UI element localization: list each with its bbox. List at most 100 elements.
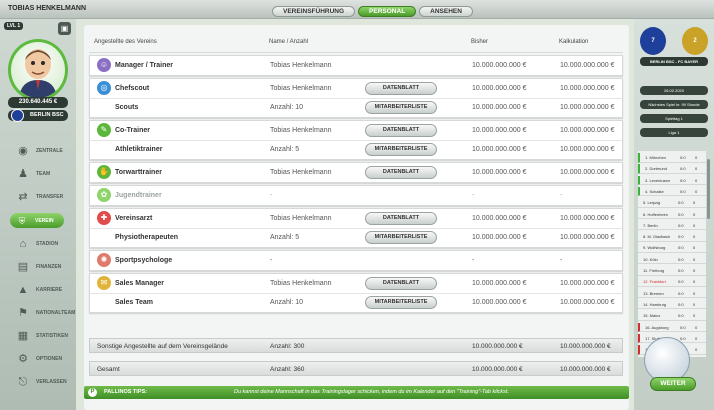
continue-button[interactable]: WEITER: [650, 377, 696, 391]
league-display[interactable]: Liga 1: [640, 128, 708, 137]
sidebar-item-zentrale[interactable]: ◉ ZENTRALE: [0, 140, 76, 162]
sidebar-item-verlassen[interactable]: ⎋ VERLASSEN: [0, 371, 76, 393]
staff-list-button[interactable]: MITARBEITERLISTE: [365, 143, 437, 156]
soccer-ball-icon: ◉: [18, 145, 28, 157]
sidebar-item-verein[interactable]: ⛨ VEREIN: [10, 213, 64, 228]
sidebar-item-finanzen[interactable]: ▤ FINANZEN: [0, 256, 76, 278]
team-goals: 0:0: [680, 155, 686, 160]
career-icon: ▲: [17, 284, 29, 296]
staff-list-button[interactable]: MITARBEITERLISTE: [365, 101, 437, 114]
datasheet-button[interactable]: DATENBLATT: [365, 166, 437, 179]
standings-row[interactable]: 11. Freiburg 0:0 0: [638, 266, 706, 276]
standings-row[interactable]: 7. Berlin 0:0 0: [638, 221, 706, 231]
datasheet-button[interactable]: DATENBLATT: [365, 82, 437, 95]
tab-ansehen[interactable]: ANSEHEN: [419, 6, 473, 17]
options-gear-icon: ⚙: [18, 353, 28, 365]
summary-so-far: 10.000.000.000 €: [472, 366, 523, 373]
team-name: 13. Bremen: [643, 290, 664, 296]
standings-row[interactable]: 13. Bremen 0:0 0: [638, 289, 706, 299]
tips-label: PALLINOS TIPS:: [104, 389, 147, 395]
staff-name: Anzahl: 10: [270, 104, 304, 111]
standings-row[interactable]: 10. Köln 0:0 0: [638, 255, 706, 265]
sidebar-item-transfer[interactable]: ⇄ TRANSFER: [0, 186, 76, 208]
team-name: 8. M. Gladbach: [643, 234, 671, 240]
date-display: 26.02.2020: [640, 86, 708, 95]
team-goals: 0:0: [678, 256, 684, 262]
youth-icon: ✿: [97, 188, 111, 202]
sidebar-item-nationalteam[interactable]: ⚑ NATIONALTEAM: [0, 302, 76, 324]
goalkeeper-icon: ✋: [97, 165, 111, 179]
staff-role: Sales Manager: [115, 280, 165, 287]
statistics-icon: ▦: [17, 330, 29, 342]
table-row: ◎ Chefscout Tobias Henkelmann DATENBLATT 10.…: [90, 79, 622, 98]
team-goals: 0:0: [678, 268, 684, 273]
staff-name: -: [270, 192, 273, 199]
league-scrollbar[interactable]: [707, 159, 710, 219]
table-row: ✋ Torwarttrainer Tobias Henkelmann DATENBLA…: [90, 163, 622, 182]
header-calculation: Kalkulation: [559, 39, 589, 45]
team-points: 0: [695, 335, 698, 341]
header-so-far: Bisher: [471, 39, 489, 45]
sidebar-item-label: STADION: [36, 241, 59, 247]
team-points: 0: [693, 301, 696, 307]
team-name: 9. Wolfsburg: [643, 245, 666, 251]
staff-role: Torwarttrainer: [115, 169, 162, 176]
staff-panel: Angestellte des Vereins Name / Anzahl Bi…: [84, 25, 629, 410]
manager-avatar[interactable]: [8, 39, 68, 101]
table-row: ✉ Sales Manager Tobias Henkelmann DATENBLAT…: [90, 274, 622, 293]
team-points: 0: [695, 347, 698, 353]
table-row: ✺ Sportpsychologe - - -: [90, 251, 622, 270]
datasheet-button[interactable]: DATENBLATT: [365, 277, 437, 290]
table-header: Angestellte des Vereins Name / Anzahl Bi…: [89, 33, 623, 53]
staff-role: Physiotherapeuten: [115, 234, 179, 241]
cost-so-far: 10.000.000.000 €: [472, 299, 527, 306]
standings-row[interactable]: 2. Dortmund 0:0 0: [638, 164, 706, 174]
team-points: 0: [693, 256, 696, 262]
sidebar-item-stadion[interactable]: ⌂ STADION: [0, 233, 76, 255]
datasheet-button[interactable]: DATENBLATT: [365, 212, 437, 225]
summary-role: Sonstige Angestellte auf dem Vereinsgelä…: [97, 343, 228, 350]
team-goals: 0:0: [678, 301, 684, 307]
shirt-icon[interactable]: ▣: [58, 22, 71, 35]
header-role: Angestellte des Vereins: [94, 39, 157, 45]
top-bar: TOBIAS HENKELMANN VEREINSFÜHRUNG PERSONAL…: [0, 0, 714, 19]
next-match-countdown: Nächstes Spiel in: 99 Stunde: [640, 100, 708, 109]
datasheet-button[interactable]: DATENBLATT: [365, 124, 437, 137]
team-name: 7. Berlin: [643, 222, 658, 228]
sidebar-item-label: VEREIN: [35, 217, 54, 224]
standings-row[interactable]: 6. Hoffenheim 0:0 0: [638, 210, 706, 220]
standings-row[interactable]: 15. Mainz 0:0 0: [638, 311, 706, 321]
standings-row[interactable]: 5. Leipzig 0:0 0: [638, 198, 706, 208]
team-points: 0: [693, 290, 696, 296]
home-team-crest-icon[interactable]: 7: [640, 27, 666, 55]
sidebar-item-label: OPTIONEN: [36, 356, 63, 362]
team-points: 0: [693, 211, 696, 217]
sidebar-item-team[interactable]: ♟ TEAM: [0, 163, 76, 185]
tips-text: Du kannst deine Mannschaft in das Traini…: [234, 389, 509, 395]
team-name: 2. Dortmund: [645, 166, 668, 172]
standings-row[interactable]: 16. Augsburg 0:0 0: [638, 322, 706, 333]
standings-row[interactable]: 4. Schalke 0:0 0: [638, 186, 706, 197]
tab-vereinsführung[interactable]: VEREINSFÜHRUNG: [272, 6, 356, 17]
staff-list-button[interactable]: MITARBEITERLISTE: [365, 231, 437, 244]
standings-row[interactable]: 9. Wolfsburg 0:0 0: [638, 243, 706, 253]
staff-role: Scouts: [115, 104, 139, 111]
tab-personal[interactable]: PERSONAL: [358, 6, 417, 17]
staff-list-button[interactable]: MITARBEITERLISTE: [365, 296, 437, 309]
staff-role: Jugendtrainer: [115, 192, 162, 199]
standings-row[interactable]: 1. München 0:0 0: [638, 153, 706, 163]
table-row: Physiotherapeuten Anzahl: 5 MITARBEITERLIS…: [90, 228, 622, 247]
standings-row[interactable]: 3. Leverkusen 0:0 0: [638, 175, 706, 186]
cost-calculation: 10.000.000.000 €: [560, 169, 615, 176]
other-staff-row: Sonstige Angestellte auf dem Vereinsgelä…: [89, 338, 623, 353]
club-icon: ⛨: [18, 215, 26, 226]
sidebar-item-statistiken[interactable]: ▦ STATISTIKEN: [0, 325, 76, 347]
away-team-crest-icon[interactable]: 2: [682, 27, 708, 55]
table-row: Athletiktrainer Anzahl: 5 MITARBEITERLISTE…: [90, 140, 622, 159]
standings-row[interactable]: 14. Hamburg 0:0 0: [638, 300, 706, 310]
standings-row[interactable]: 8. M. Gladbach 0:0 0: [638, 232, 706, 242]
standings-row[interactable]: 12. Frankfurt 0:0 0: [638, 277, 706, 287]
sidebar-item-optionen[interactable]: ⚙ OPTIONEN: [0, 348, 76, 370]
sidebar-item-karriere[interactable]: ▲ KARRIERE: [0, 279, 76, 301]
national-team-icon: ⚑: [18, 307, 28, 319]
